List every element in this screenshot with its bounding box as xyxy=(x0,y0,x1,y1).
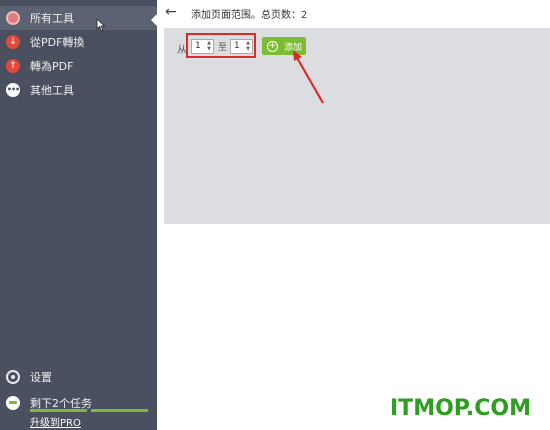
watermark-text: ITMOP.COM xyxy=(390,396,531,421)
key-icon xyxy=(6,396,20,410)
download-arrow-icon: ↓ xyxy=(6,35,20,49)
to-label: 至 xyxy=(218,43,228,53)
upgrade-link[interactable]: 升级到PRO xyxy=(30,414,81,429)
settings-label: 设置 xyxy=(30,371,52,384)
sidebar-item-other-tools[interactable]: ••• 其他工具 xyxy=(0,78,157,102)
sidebar-item-all-tools[interactable]: 所有工具 xyxy=(0,6,157,30)
upload-arrow-icon: ↑ xyxy=(6,59,20,73)
annotation-arrow-icon xyxy=(293,50,324,104)
sidebar-item-label: 轉為PDF xyxy=(30,60,74,73)
range-highlight-box: 1 ▲ ▼ 至 1 ▲ ▼ xyxy=(186,33,256,58)
tasks-remaining: 剩下2个任务 升级到PRO xyxy=(0,392,157,430)
page-title: 添加页面范围。总页数：2 xyxy=(191,10,308,21)
sidebar-item-label: 其他工具 xyxy=(30,84,74,97)
stepper-down-icon[interactable]: ▼ xyxy=(206,46,212,52)
task-progress-bar xyxy=(30,409,87,412)
plus-circle-icon: + xyxy=(267,40,278,52)
all-tools-icon xyxy=(6,11,20,25)
sidebar-item-to-pdf[interactable]: ↑ 轉為PDF xyxy=(0,54,157,78)
sidebar-item-label: 所有工具 xyxy=(30,12,74,25)
more-dots-icon: ••• xyxy=(6,83,20,97)
task-progress-bar xyxy=(91,409,148,412)
to-page-stepper[interactable]: 1 ▲ ▼ xyxy=(230,39,253,54)
sidebar-item-from-pdf[interactable]: ↓ 從PDF轉換 xyxy=(0,30,157,54)
gear-icon xyxy=(6,370,20,384)
from-page-stepper[interactable]: 1 ▲ ▼ xyxy=(191,39,214,54)
to-page-value: 1 xyxy=(234,41,240,51)
sidebar: 所有工具 ↓ 從PDF轉換 ↑ 轉為PDF ••• 其他工具 设置 剩下2个任务… xyxy=(0,0,157,430)
from-page-value: 1 xyxy=(195,41,201,51)
header: ← 添加页面范围。总页数：2 xyxy=(157,0,550,28)
mouse-cursor-icon xyxy=(96,18,106,32)
stepper-down-icon[interactable]: ▼ xyxy=(245,46,251,52)
settings-item[interactable]: 设置 xyxy=(0,366,157,388)
sidebar-item-label: 從PDF轉換 xyxy=(30,36,85,49)
back-arrow-icon[interactable]: ← xyxy=(165,5,181,19)
